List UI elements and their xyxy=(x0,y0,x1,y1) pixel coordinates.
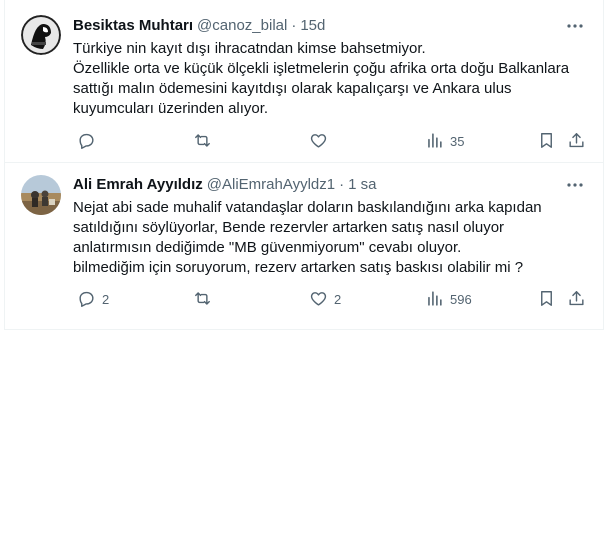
heart-icon xyxy=(309,131,328,153)
analytics-bars-icon xyxy=(425,131,444,153)
tweet-actions: 2 2 596 xyxy=(77,290,589,310)
tweet-text-line: Özellikle orta ve küçük ölçekli işletmel… xyxy=(73,60,570,77)
share-button[interactable] xyxy=(567,132,586,152)
share-upload-icon xyxy=(567,289,586,311)
share-button[interactable] xyxy=(567,290,586,310)
timestamp[interactable]: 15d xyxy=(300,17,325,34)
views-button[interactable]: 35 xyxy=(425,132,464,152)
tweet-header: Besiktas Muhtarı @canoz_bilal · 15d xyxy=(73,16,591,36)
more-dots-icon[interactable] xyxy=(565,16,585,36)
tweet-text: Türkiye nin kayıt dışı ihracatndan kimse… xyxy=(73,39,591,119)
retweet-button[interactable] xyxy=(193,290,218,310)
bookmark-icon xyxy=(537,131,556,153)
tweet-text-line: Türkiye nin kayıt dışı ihracatndan kimse… xyxy=(73,40,426,57)
tweet-content: Besiktas Muhtarı @canoz_bilal · 15d Türkiye… xyxy=(73,16,591,119)
tweet[interactable]: Ali Emrah Ayyıldız @AliEmrahAyyldz1 · 1 sa … xyxy=(5,163,603,323)
tweet-text-line: Nejat abi sade muhalif vatandaşlar dolar… xyxy=(73,199,542,216)
reply-bubble-icon xyxy=(77,131,96,153)
reply-button[interactable]: 2 xyxy=(77,290,109,310)
timestamp[interactable]: 1 sa xyxy=(348,176,376,193)
tweet-text-line: satıldığını söylüyorlar, Bende rezervler… xyxy=(73,219,505,236)
bookmark-button[interactable] xyxy=(537,290,556,310)
tweet-text-line: kuyumcuları üzerinden alıyor. xyxy=(73,100,269,117)
author-handle[interactable]: @AliEmrahAyyldz1 xyxy=(207,176,335,193)
reply-button[interactable] xyxy=(77,132,102,152)
tweet-text-line: bilmediğim için soruyorum, rezerv artark… xyxy=(73,259,524,276)
author-name[interactable]: Ali Emrah Ayyıldız xyxy=(73,176,203,193)
heart-icon xyxy=(309,289,328,311)
avatar[interactable] xyxy=(21,15,61,55)
tweet-text: Nejat abi sade muhalif vatandaşlar dolar… xyxy=(73,198,591,278)
retweet-arrows-icon xyxy=(193,289,212,311)
tweet-text-line: sattığı malın ödemesini kayıtdışı olarak… xyxy=(73,80,512,97)
analytics-bars-icon xyxy=(425,289,444,311)
tweet-header: Ali Emrah Ayyıldız @AliEmrahAyyldz1 · 1 sa xyxy=(73,175,591,195)
share-upload-icon xyxy=(567,131,586,153)
reply-count: 2 xyxy=(102,292,110,307)
tweet[interactable]: Besiktas Muhtarı @canoz_bilal · 15d Türkiye… xyxy=(5,0,603,163)
retweet-button[interactable] xyxy=(193,132,218,152)
separator-dot: · xyxy=(291,17,297,34)
more-dots-icon[interactable] xyxy=(565,175,585,195)
like-count: 2 xyxy=(334,292,342,307)
tweet-content: Ali Emrah Ayyıldız @AliEmrahAyyldz1 · 1 sa … xyxy=(73,175,591,278)
reply-bubble-icon xyxy=(77,289,96,311)
like-button[interactable]: 2 xyxy=(309,290,341,310)
bookmark-button[interactable] xyxy=(537,132,556,152)
views-button[interactable]: 596 xyxy=(425,290,472,310)
like-button[interactable] xyxy=(309,132,334,152)
author-name[interactable]: Besiktas Muhtarı xyxy=(73,17,193,34)
separator-dot: · xyxy=(339,176,345,193)
tweet-text-line: anlatırmısın dediğimde "MB güvenmiyorum"… xyxy=(73,239,462,256)
timeline-feed: Besiktas Muhtarı @canoz_bilal · 15d Türkiye… xyxy=(4,0,604,330)
retweet-arrows-icon xyxy=(193,131,212,153)
views-count: 35 xyxy=(450,134,465,149)
author-handle[interactable]: @canoz_bilal xyxy=(197,17,287,34)
avatar[interactable] xyxy=(21,175,61,215)
views-count: 596 xyxy=(450,292,472,307)
bookmark-icon xyxy=(537,289,556,311)
tweet-actions: 35 xyxy=(77,132,589,152)
